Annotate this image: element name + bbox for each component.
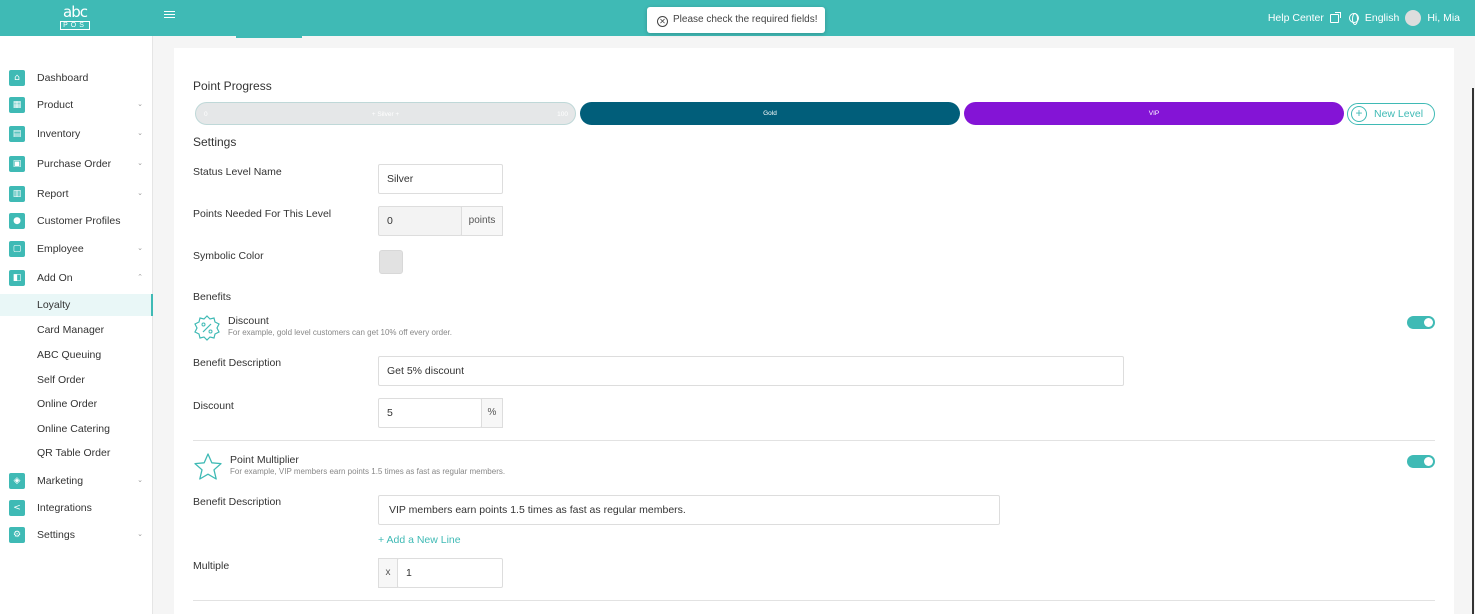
symbolic-color-label: Symbolic Color <box>193 250 264 262</box>
external-link-icon <box>1329 11 1341 23</box>
close-circle-icon: ✕ <box>657 16 668 27</box>
globe-icon <box>1348 13 1359 25</box>
avatar[interactable] <box>1405 10 1422 26</box>
star-icon <box>194 453 222 480</box>
level-label: + Silver + <box>371 111 400 118</box>
sidebar-subitem-qr-table-order[interactable]: QR Table Order <box>0 442 153 464</box>
status-level-name-input[interactable]: Silver <box>378 164 503 194</box>
benefit-divider <box>193 440 1435 441</box>
level-min: 0 <box>204 111 208 118</box>
settings-title: Settings <box>193 135 237 149</box>
logo-text: abc <box>63 3 88 21</box>
benefit-divider <box>193 600 1435 601</box>
active-tab-indicator <box>236 36 302 38</box>
sidebar-item-integrations[interactable]: < Integrations <box>0 497 153 519</box>
level-gold-segment[interactable]: Gold <box>580 102 960 125</box>
clipboard-icon: ▤ <box>9 126 25 142</box>
top-right-controls: Help Center English Hi, Mia <box>1268 0 1460 36</box>
sidebar-item-purchase-order[interactable]: ▣ Purchase Order ⌄ <box>0 153 153 175</box>
chevron-down-icon: ⌄ <box>137 189 143 197</box>
level-vip-segment[interactable]: VIP <box>964 102 1344 125</box>
calculator-icon: ▣ <box>9 156 25 172</box>
percent-addon: % <box>481 398 503 428</box>
logo-subtext: POS <box>60 21 90 30</box>
sidebar-item-employee[interactable]: ▢ Employee ⌄ <box>0 238 153 260</box>
new-level-button[interactable]: + New Level <box>1347 103 1435 125</box>
chevron-down-icon: ⌄ <box>137 476 143 484</box>
validation-toast: ✕ Please check the required fields! <box>647 7 825 33</box>
discount-toggle[interactable] <box>1407 316 1435 329</box>
sidebar: ⌂ Dashboard ▦ Product ⌄ ▤ Inventory ⌄ ▣ Purcha… <box>0 36 153 614</box>
help-center-link[interactable]: Help Center <box>1268 0 1324 36</box>
chevron-down-icon: ⌄ <box>137 100 143 108</box>
chevron-down-icon: ⌄ <box>137 129 143 137</box>
toast-message: Please check the required fields! <box>673 14 818 25</box>
chevron-down-icon: ⌄ <box>137 244 143 252</box>
multiplier-benefit-title: Point Multiplier <box>230 454 299 466</box>
sidebar-item-marketing[interactable]: ◈ Marketing ⌄ <box>0 470 153 492</box>
discount-benefit-title: Discount <box>228 315 269 327</box>
top-bar: abc POS ✕ Please check the required field… <box>0 0 1475 36</box>
sidebar-subitem-loyalty[interactable]: Loyalty <box>0 294 153 316</box>
sidebar-item-dashboard[interactable]: ⌂ Dashboard <box>0 67 153 89</box>
sidebar-subitem-online-order[interactable]: Online Order <box>0 393 153 415</box>
language-selector[interactable]: English <box>1365 0 1399 36</box>
chevron-up-icon: ⌃ <box>137 273 143 281</box>
sidebar-item-product[interactable]: ▦ Product ⌄ <box>0 94 153 116</box>
menu-toggle-icon[interactable] <box>164 11 175 22</box>
grid-icon: ▦ <box>9 97 25 113</box>
multiple-value-input[interactable]: 1 <box>397 558 503 588</box>
page-scrollbar[interactable] <box>1472 88 1474 614</box>
plus-circle-icon: + <box>1351 106 1367 122</box>
level-label: VIP <box>1148 110 1160 117</box>
users-icon: ● <box>9 213 25 229</box>
share-icon: < <box>9 500 25 516</box>
discount-badge-icon <box>194 315 220 341</box>
benefits-title: Benefits <box>193 291 231 303</box>
id-card-icon: ▢ <box>9 241 25 257</box>
multiplier-toggle[interactable] <box>1407 455 1435 468</box>
sidebar-subitem-card-manager[interactable]: Card Manager <box>0 319 153 341</box>
sidebar-item-report[interactable]: ▥ Report ⌄ <box>0 183 153 205</box>
symbolic-color-swatch[interactable] <box>379 250 403 274</box>
multiplier-description-input[interactable]: VIP members earn points 1.5 times as fas… <box>378 495 1000 525</box>
chevron-down-icon: ⌄ <box>137 159 143 167</box>
gear-icon: ⚙ <box>9 527 25 543</box>
discount-description-input[interactable]: Get 5% discount <box>378 356 1124 386</box>
add-new-line-link[interactable]: + Add a New Line <box>378 534 461 546</box>
home-icon: ⌂ <box>9 70 25 86</box>
user-greeting[interactable]: Hi, Mia <box>1427 0 1460 36</box>
discount-benefit-subtitle: For example, gold level customers can ge… <box>228 328 452 337</box>
sidebar-subitem-self-order[interactable]: Self Order <box>0 369 153 391</box>
points-needed-label: Points Needed For This Level <box>193 208 332 220</box>
sidebar-item-settings[interactable]: ⚙ Settings ⌄ <box>0 524 153 546</box>
discount-description-label: Benefit Description <box>193 357 282 369</box>
status-level-name-label: Status Level Name <box>193 166 282 178</box>
points-needed-input[interactable]: 0 <box>378 206 462 236</box>
multiplier-benefit-subtitle: For example, VIP members earn points 1.5… <box>230 467 506 476</box>
sidebar-item-inventory[interactable]: ▤ Inventory ⌄ <box>0 123 153 145</box>
multiple-label: Multiple <box>193 560 230 572</box>
sidebar-item-customer-profiles[interactable]: ● Customer Profiles <box>0 210 153 232</box>
level-label: Gold <box>763 110 777 117</box>
chevron-down-icon: ⌄ <box>137 530 143 538</box>
point-progress-title: Point Progress <box>193 79 272 93</box>
discount-value-input[interactable]: 5 <box>378 398 482 428</box>
level-silver-segment[interactable]: 0 + Silver + 100 <box>195 102 576 125</box>
sidebar-item-add-on[interactable]: ◧ Add On ⌃ <box>0 267 153 289</box>
chart-icon: ▥ <box>9 186 25 202</box>
sidebar-subitem-online-catering[interactable]: Online Catering <box>0 418 153 440</box>
multiplier-prefix-addon: x <box>378 558 398 588</box>
addon-icon: ◧ <box>9 270 25 286</box>
app-logo[interactable]: abc POS <box>60 5 90 30</box>
discount-label: Discount <box>193 400 234 412</box>
points-unit-addon: points <box>461 206 503 236</box>
level-max: 100 <box>557 111 568 118</box>
megaphone-icon: ◈ <box>9 473 25 489</box>
multiplier-description-label: Benefit Description <box>193 496 282 508</box>
sidebar-subitem-abc-queuing[interactable]: ABC Queuing <box>0 344 153 366</box>
